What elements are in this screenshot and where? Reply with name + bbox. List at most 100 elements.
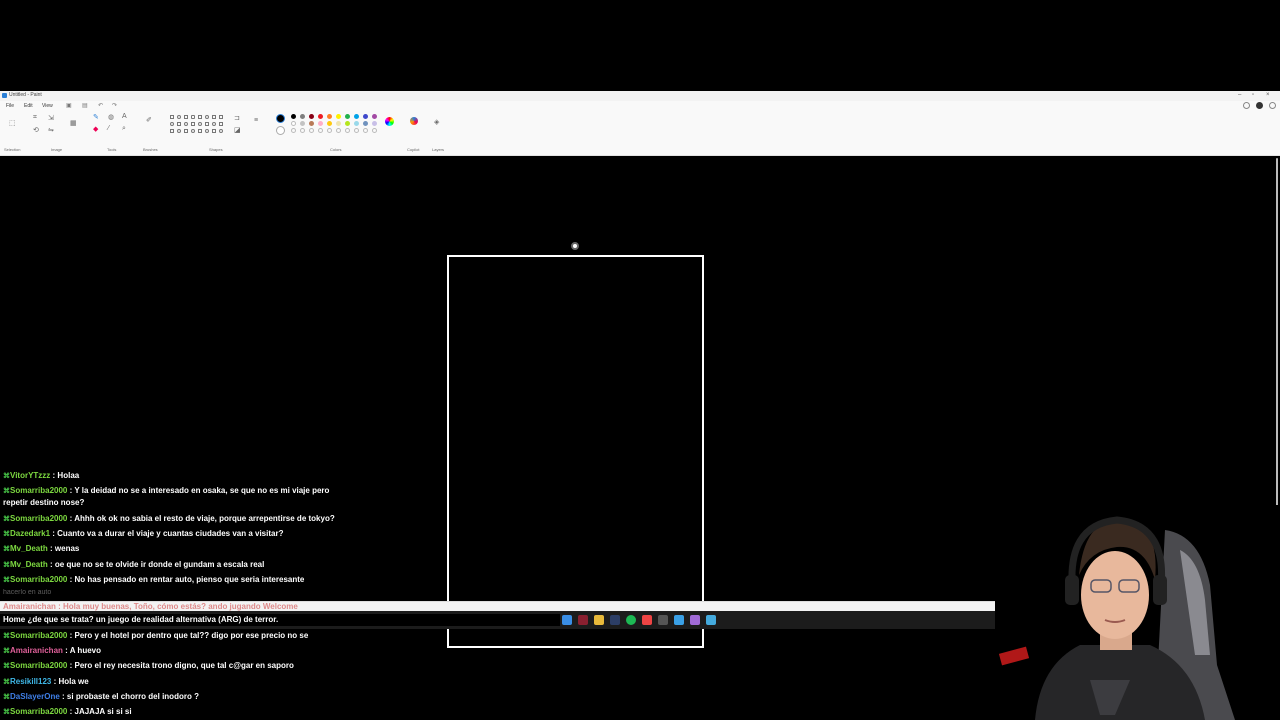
spotify-icon[interactable]	[626, 615, 636, 625]
color-swatch[interactable]	[300, 121, 305, 126]
color2-selector[interactable]	[276, 126, 285, 135]
shape-hexagon[interactable]	[177, 122, 181, 126]
pencil-icon[interactable]: ✎	[93, 113, 99, 121]
custom-color-slot[interactable]	[300, 128, 305, 133]
color1-selector[interactable]	[276, 114, 285, 123]
color-swatch[interactable]	[345, 114, 350, 119]
folder-icon[interactable]	[594, 615, 604, 625]
shape-polygon[interactable]	[198, 115, 202, 119]
color-swatch[interactable]	[363, 114, 368, 119]
color-swatch[interactable]	[309, 114, 314, 119]
eraser-icon[interactable]: ◆	[93, 125, 98, 133]
color-swatch[interactable]	[354, 114, 359, 119]
rotate-icon[interactable]: ⟲	[33, 126, 39, 134]
color-swatch[interactable]	[309, 121, 314, 126]
fill-icon[interactable]: ◍	[108, 113, 114, 121]
color-swatch[interactable]	[363, 121, 368, 126]
shape-freeform[interactable]	[219, 129, 223, 133]
shape-arrow-down[interactable]	[205, 122, 209, 126]
app-icon-4[interactable]	[674, 615, 684, 625]
app-icon-1[interactable]	[578, 615, 588, 625]
brush-icon[interactable]: ✐	[146, 116, 152, 124]
outline-icon[interactable]: ⊐	[234, 114, 240, 122]
shape-heart[interactable]	[191, 129, 195, 133]
maximize-button[interactable]: ▫	[1252, 92, 1254, 98]
menu-edit[interactable]: Edit	[24, 103, 33, 109]
shape-arrow-right[interactable]	[184, 122, 188, 126]
shape-curve[interactable]	[212, 129, 216, 133]
image-select-icon[interactable]: ▦	[70, 119, 77, 127]
shape-ellipse[interactable]	[177, 115, 181, 119]
custom-color-slot[interactable]	[327, 128, 332, 133]
color-swatch[interactable]	[336, 121, 341, 126]
color-picker-icon[interactable]: ⁄	[108, 125, 109, 132]
shape-callout-rect[interactable]	[184, 129, 188, 133]
app-icon-5[interactable]	[706, 615, 716, 625]
shape-circle[interactable]	[205, 115, 209, 119]
shape-rounded-rect[interactable]	[191, 115, 195, 119]
shape-callout-round[interactable]	[177, 129, 181, 133]
app-icon-2[interactable]	[642, 615, 652, 625]
custom-color-slot[interactable]	[363, 128, 368, 133]
app-icon-3[interactable]	[658, 615, 668, 625]
color-swatch[interactable]	[318, 114, 323, 119]
custom-color-slot[interactable]	[336, 128, 341, 133]
menu-view[interactable]: View	[42, 103, 53, 109]
shape-star-six[interactable]	[170, 129, 174, 133]
account-avatar[interactable]	[1256, 102, 1263, 109]
color-swatch[interactable]	[354, 121, 359, 126]
shape-rectangle[interactable]	[184, 115, 188, 119]
minimize-button[interactable]: –	[1238, 92, 1241, 98]
custom-color-slot[interactable]	[372, 128, 377, 133]
color-swatch[interactable]	[372, 114, 377, 119]
color-swatch[interactable]	[372, 121, 377, 126]
layers-icon[interactable]: ◈	[434, 118, 439, 126]
color-swatch[interactable]	[327, 121, 332, 126]
shape-arrow-left[interactable]	[191, 122, 195, 126]
canvas-resize-handle[interactable]	[571, 242, 579, 250]
copilot-icon[interactable]	[410, 117, 418, 125]
shape-diamond[interactable]	[219, 115, 223, 119]
redo-icon[interactable]: ↷	[112, 102, 117, 109]
custom-color-slot[interactable]	[354, 128, 359, 133]
color-swatch[interactable]	[345, 121, 350, 126]
text-tool-icon[interactable]: A	[122, 113, 127, 120]
color-swatch[interactable]	[300, 114, 305, 119]
color-swatch[interactable]	[336, 114, 341, 119]
open-icon[interactable]: ▤	[82, 102, 88, 109]
shape-pentagon[interactable]	[170, 122, 174, 126]
color-swatch[interactable]	[327, 114, 332, 119]
custom-color-slot[interactable]	[291, 128, 296, 133]
shape-star-four[interactable]	[212, 122, 216, 126]
magnifier-icon[interactable]: ⌕	[122, 125, 126, 133]
close-button[interactable]: ×	[1266, 92, 1270, 98]
start-icon[interactable]	[562, 615, 572, 625]
custom-color-slot[interactable]	[309, 128, 314, 133]
shape-cloud[interactable]	[205, 129, 209, 133]
paint-taskbar-icon[interactable]	[690, 615, 700, 625]
settings-icon[interactable]	[1243, 102, 1250, 109]
custom-color-slot[interactable]	[318, 128, 323, 133]
menu-file[interactable]: File	[6, 103, 14, 109]
select-icon[interactable]: ⬚	[9, 119, 16, 127]
save-icon[interactable]: ▣	[66, 102, 72, 109]
shape-star-five[interactable]	[219, 122, 223, 126]
undo-icon[interactable]: ↶	[98, 102, 103, 109]
color-swatch[interactable]	[291, 114, 296, 119]
custom-color-slot[interactable]	[345, 128, 350, 133]
size-icon[interactable]: ≡	[254, 117, 258, 124]
edit-colors-icon[interactable]	[385, 117, 394, 126]
shape-triangle[interactable]	[212, 115, 216, 119]
steam-icon[interactable]	[610, 615, 620, 625]
resize-icon[interactable]: ⇲	[48, 114, 54, 122]
crop-icon[interactable]: ⌗	[33, 114, 37, 122]
shape-lightning[interactable]	[198, 129, 202, 133]
shape-arrow-up[interactable]	[198, 122, 202, 126]
shape-line[interactable]	[170, 115, 174, 119]
fill-shape-icon[interactable]: ◪	[234, 126, 241, 134]
color-swatch[interactable]	[318, 121, 323, 126]
color-swatch[interactable]	[291, 121, 296, 126]
flip-icon[interactable]: ⇋	[48, 126, 54, 134]
drawing-canvas[interactable]	[447, 255, 704, 648]
gear-icon[interactable]	[1269, 102, 1276, 109]
